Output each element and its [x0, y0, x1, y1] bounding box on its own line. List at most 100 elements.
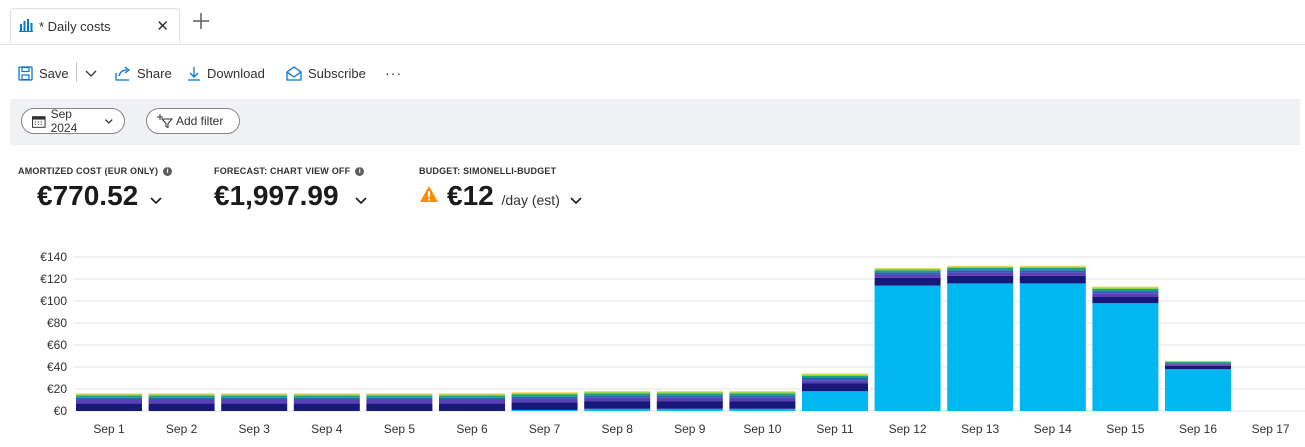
bar-segment[interactable]	[656, 393, 723, 396]
bar-segment[interactable]	[584, 397, 651, 402]
bar-segment[interactable]	[76, 393, 142, 395]
bar-segment[interactable]	[221, 394, 288, 396]
bar-segment[interactable]	[221, 403, 288, 411]
bar-segment[interactable]	[293, 397, 360, 400]
bar-segment[interactable]	[366, 403, 433, 411]
bar-segment[interactable]	[439, 403, 505, 411]
close-icon[interactable]: ✕	[156, 17, 169, 35]
bar-segment[interactable]	[656, 397, 723, 402]
bar-segment[interactable]	[947, 270, 1014, 273]
bar-segment[interactable]	[1092, 296, 1159, 304]
bar-segment[interactable]	[874, 270, 941, 273]
bar-segment[interactable]	[76, 394, 142, 396]
bar-segment[interactable]	[802, 373, 868, 375]
bar-segment[interactable]	[656, 401, 723, 409]
bar-segment[interactable]	[947, 272, 1014, 276]
bar-segment[interactable]	[584, 408, 651, 411]
bar-segment[interactable]	[293, 393, 360, 395]
bar-segment[interactable]	[584, 392, 651, 394]
bar-segment[interactable]	[293, 400, 360, 404]
bar-segment[interactable]	[1165, 363, 1231, 365]
bar-segment[interactable]	[802, 380, 868, 384]
bar-segment[interactable]	[1092, 287, 1159, 289]
bar-segment[interactable]	[1092, 286, 1159, 288]
bar-segment[interactable]	[1165, 369, 1231, 411]
bar-segment[interactable]	[221, 393, 288, 395]
bar-segment[interactable]	[802, 383, 868, 392]
bar-segment[interactable]	[1019, 272, 1086, 276]
bar-segment[interactable]	[1165, 365, 1231, 370]
bar-segment[interactable]	[656, 391, 723, 393]
bar-segment[interactable]	[366, 395, 433, 398]
bar-segment[interactable]	[148, 395, 215, 398]
bar-segment[interactable]	[729, 408, 796, 411]
share-button[interactable]: Share	[115, 62, 172, 84]
bar-segment[interactable]	[293, 394, 360, 396]
bar-segment[interactable]	[802, 391, 868, 411]
bar-segment[interactable]	[947, 265, 1014, 267]
bar-segment[interactable]	[366, 400, 433, 404]
bar-segment[interactable]	[148, 397, 215, 400]
download-button[interactable]: Download	[187, 62, 265, 84]
bar-segment[interactable]	[511, 396, 578, 399]
bar-segment[interactable]	[293, 403, 360, 411]
bar-segment[interactable]	[148, 393, 215, 395]
bar-segment[interactable]	[874, 277, 941, 286]
bar-segment[interactable]	[874, 272, 941, 275]
add-filter-button[interactable]: Add filter	[146, 108, 240, 134]
info-icon[interactable]: i	[355, 166, 365, 176]
bar-segment[interactable]	[729, 391, 796, 393]
date-range-picker[interactable]: Sep 2024	[21, 107, 125, 135]
bar-segment[interactable]	[1019, 266, 1086, 268]
bar-segment[interactable]	[76, 400, 142, 404]
more-options-button[interactable]: ···	[385, 62, 402, 84]
bar-segment[interactable]	[874, 285, 941, 411]
bar-segment[interactable]	[947, 266, 1014, 268]
bar-segment[interactable]	[1019, 268, 1086, 271]
bar-segment[interactable]	[729, 397, 796, 402]
bar-segment[interactable]	[439, 395, 505, 398]
bar-segment[interactable]	[729, 395, 796, 398]
bar-segment[interactable]	[511, 392, 578, 394]
bar-segment[interactable]	[1092, 293, 1159, 297]
bar-segment[interactable]	[874, 268, 941, 271]
bar-segment[interactable]	[584, 393, 651, 396]
bar-segment[interactable]	[511, 398, 578, 403]
bar-segment[interactable]	[148, 400, 215, 404]
bar-segment[interactable]	[293, 395, 360, 398]
bar-segment[interactable]	[802, 378, 868, 381]
chevron-down-icon[interactable]	[354, 196, 368, 206]
bar-segment[interactable]	[221, 400, 288, 404]
bar-segment[interactable]	[874, 268, 941, 269]
bar-segment[interactable]	[1165, 362, 1231, 364]
bar-segment[interactable]	[584, 401, 651, 409]
bar-segment[interactable]	[584, 395, 651, 398]
bar-segment[interactable]	[221, 397, 288, 400]
bar-segment[interactable]	[656, 408, 723, 411]
chevron-down-icon[interactable]	[149, 196, 163, 206]
chevron-down-icon[interactable]	[569, 196, 583, 206]
bar-segment[interactable]	[656, 395, 723, 398]
bar-segment[interactable]	[656, 392, 723, 394]
info-icon[interactable]: i	[163, 166, 173, 176]
bar-segment[interactable]	[1165, 361, 1231, 363]
bar-segment[interactable]	[76, 395, 142, 398]
bar-segment[interactable]	[148, 394, 215, 396]
bar-segment[interactable]	[1019, 265, 1086, 267]
bar-segment[interactable]	[1092, 303, 1159, 411]
bar-segment[interactable]	[439, 400, 505, 404]
bar-segment[interactable]	[729, 393, 796, 396]
bar-segment[interactable]	[511, 409, 578, 411]
bar-segment[interactable]	[1092, 291, 1159, 294]
bar-segment[interactable]	[802, 374, 868, 376]
bar-segment[interactable]	[511, 393, 578, 395]
bar-segment[interactable]	[439, 397, 505, 400]
bar-segment[interactable]	[511, 402, 578, 410]
bar-segment[interactable]	[511, 394, 578, 397]
bar-segment[interactable]	[366, 397, 433, 400]
bar-segment[interactable]	[1165, 364, 1231, 366]
bar-segment[interactable]	[729, 401, 796, 409]
bar-segment[interactable]	[1019, 275, 1086, 284]
bar-segment[interactable]	[947, 275, 1014, 284]
add-tab-icon[interactable]	[192, 12, 210, 35]
